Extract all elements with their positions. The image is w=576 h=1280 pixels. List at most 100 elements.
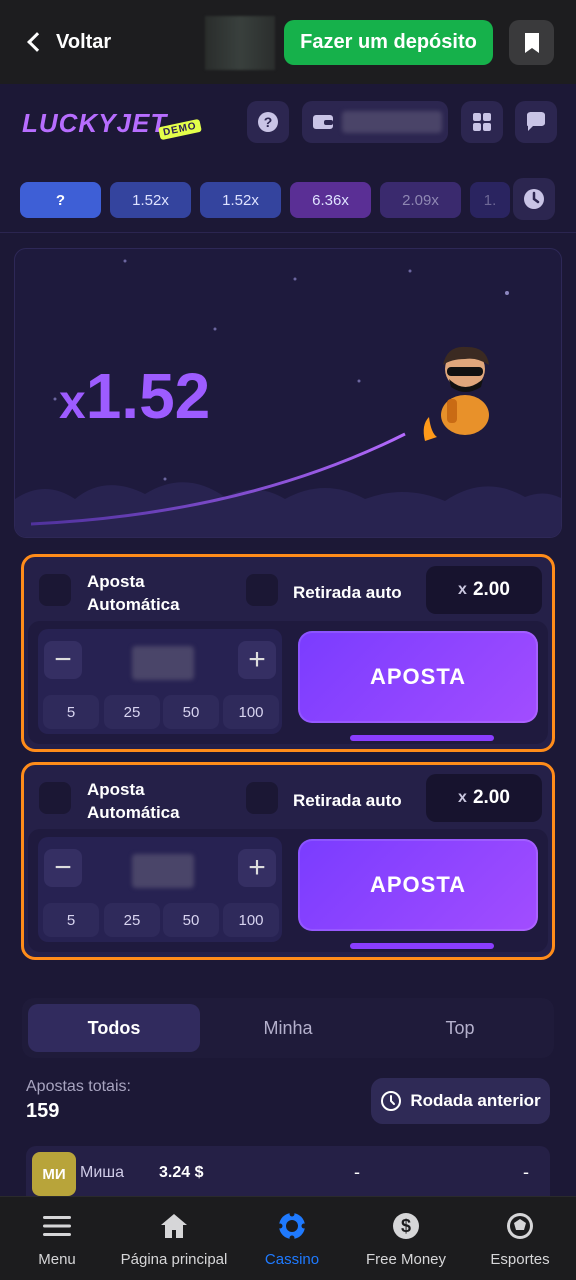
bet-amount: 3.24 $ bbox=[159, 1164, 204, 1181]
auto-cashout-label: Retirada auto bbox=[293, 791, 402, 810]
increase-amount-button[interactable]: + bbox=[238, 641, 276, 679]
game-area: LUCKYJETDEMO ? ? 1.52x 1.52x 6.36x 2.09x… bbox=[0, 84, 576, 1200]
bet-controls: − + 5 25 50 100 APOSTA bbox=[28, 829, 548, 952]
auto-bet-label-line1: Aposta bbox=[87, 572, 145, 591]
auto-cashout-coef-input[interactable]: x 2.00 bbox=[426, 774, 542, 822]
bet-coef: - bbox=[354, 1162, 360, 1182]
jet-character-icon bbox=[423, 346, 489, 441]
quick-amount-button[interactable]: 100 bbox=[223, 695, 279, 729]
bet-win: - bbox=[523, 1162, 529, 1182]
auto-bet-checkbox[interactable] bbox=[39, 574, 71, 606]
lucky-jet-logo: LUCKYJETDEMO bbox=[22, 108, 203, 141]
amount-controls: − + 5 25 50 100 bbox=[38, 837, 282, 942]
history-chip[interactable]: 1.52x bbox=[110, 182, 191, 218]
total-bets-value: 159 bbox=[26, 1100, 60, 1122]
nav-home[interactable]: Página principal bbox=[112, 1197, 236, 1280]
quick-amount-button[interactable]: 5 bbox=[43, 903, 99, 937]
balance-value-blurred bbox=[342, 111, 442, 133]
help-button[interactable]: ? bbox=[247, 101, 289, 143]
quick-amount-button[interactable]: 100 bbox=[223, 903, 279, 937]
previous-round-label: Rodada anterior bbox=[410, 1091, 541, 1110]
nav-menu[interactable]: Menu bbox=[22, 1197, 92, 1280]
question-icon: ? bbox=[258, 112, 278, 132]
bookmark-button[interactable] bbox=[509, 20, 554, 65]
divider bbox=[0, 232, 576, 233]
svg-text:$: $ bbox=[401, 1216, 411, 1236]
tab-todos[interactable]: Todos bbox=[28, 1004, 200, 1052]
nav-label: Cassino bbox=[264, 1250, 320, 1268]
multiplier-prefix: x bbox=[59, 376, 86, 429]
place-bet-button[interactable]: APOSTA bbox=[298, 839, 538, 931]
nav-label: Free Money bbox=[365, 1250, 447, 1268]
avatar: МИ bbox=[32, 1152, 76, 1196]
menu-grid-button[interactable] bbox=[461, 101, 503, 143]
casino-icon bbox=[277, 1211, 307, 1241]
chat-icon bbox=[527, 112, 545, 131]
history-clock-button[interactable] bbox=[513, 178, 555, 220]
nav-label: Página principal bbox=[120, 1250, 228, 1268]
decrease-amount-button[interactable]: − bbox=[44, 641, 82, 679]
dollar-icon: $ bbox=[391, 1211, 421, 1241]
auto-cashout-checkbox[interactable] bbox=[246, 574, 278, 606]
bets-tabs: Todos Minha Top bbox=[22, 998, 554, 1058]
history-chip[interactable]: ? bbox=[20, 182, 101, 218]
back-button[interactable]: Voltar bbox=[24, 22, 111, 62]
quick-amount-button[interactable]: 50 bbox=[163, 695, 219, 729]
table-row: МИ Миша 3.24 $ - - bbox=[26, 1146, 550, 1200]
nav-label: Esportes bbox=[490, 1250, 550, 1268]
auto-bet-label-line2: Automática bbox=[87, 803, 180, 822]
quick-amount-button[interactable]: 25 bbox=[104, 903, 160, 937]
blurred-avatar bbox=[205, 16, 275, 70]
decrease-amount-button[interactable]: − bbox=[44, 849, 82, 887]
grid-icon bbox=[473, 113, 491, 131]
coef-value: 2.00 bbox=[472, 579, 510, 600]
soccer-icon bbox=[505, 1211, 535, 1241]
nav-sports[interactable]: Esportes bbox=[480, 1197, 560, 1280]
auto-bet-label-line1: Aposta bbox=[87, 780, 145, 799]
history-chip[interactable]: 1.52x bbox=[200, 182, 281, 218]
auto-bet-label: Aposta Automática bbox=[87, 778, 180, 824]
clock-icon bbox=[381, 1091, 402, 1111]
logo-text: LUCKYJET bbox=[22, 108, 168, 138]
bet-amount-input[interactable] bbox=[132, 646, 194, 680]
bottom-nav: Menu Página principal Cassino $ Free Mon… bbox=[0, 1196, 576, 1280]
auto-cashout-coef-input[interactable]: x 2.00 bbox=[426, 566, 542, 614]
wallet-icon bbox=[313, 115, 333, 129]
player-name: Миша bbox=[80, 1164, 124, 1181]
nav-casino[interactable]: Cassino bbox=[252, 1197, 332, 1280]
coef-prefix: x bbox=[458, 789, 467, 806]
bet-panel-2: Aposta Automática Retirada auto x 2.00 − +… bbox=[21, 762, 555, 960]
amount-controls: − + 5 25 50 100 bbox=[38, 629, 282, 734]
previous-round-button[interactable]: Rodada anterior bbox=[371, 1078, 550, 1124]
multiplier-value: 1.52 bbox=[85, 360, 211, 432]
increase-amount-button[interactable]: + bbox=[238, 849, 276, 887]
tab-top[interactable]: Top bbox=[374, 1004, 546, 1052]
coef-prefix: x bbox=[458, 581, 467, 598]
game-canvas: x1.52 bbox=[14, 248, 562, 538]
bet-controls: − + 5 25 50 100 APOSTA bbox=[28, 621, 548, 744]
tab-minha[interactable]: Minha bbox=[202, 1004, 374, 1052]
quick-amount-button[interactable]: 5 bbox=[43, 695, 99, 729]
history-chip[interactable]: 1. bbox=[470, 182, 510, 218]
multiplier-display: x1.52 bbox=[59, 359, 210, 433]
auto-cashout-checkbox[interactable] bbox=[246, 782, 278, 814]
nav-free-money[interactable]: $ Free Money bbox=[356, 1197, 456, 1280]
auto-bet-checkbox[interactable] bbox=[39, 782, 71, 814]
home-icon bbox=[159, 1211, 189, 1241]
history-bar: ? 1.52x 1.52x 6.36x 2.09x 1. bbox=[20, 182, 510, 218]
bet-amount-input[interactable] bbox=[132, 854, 194, 888]
quick-amount-button[interactable]: 25 bbox=[104, 695, 160, 729]
svg-text:?: ? bbox=[264, 114, 273, 130]
history-chip[interactable]: 2.09x bbox=[380, 182, 461, 218]
bet-button-underline bbox=[350, 943, 494, 949]
chevron-left-icon bbox=[27, 32, 47, 52]
quick-amount-button[interactable]: 50 bbox=[163, 903, 219, 937]
chat-button[interactable] bbox=[515, 101, 557, 143]
deposit-button[interactable]: Fazer um depósito bbox=[284, 20, 493, 65]
auto-bet-label: Aposta Automática bbox=[87, 570, 180, 616]
history-chip[interactable]: 6.36x bbox=[290, 182, 371, 218]
nav-label: Menu bbox=[38, 1250, 76, 1268]
place-bet-button[interactable]: APOSTA bbox=[298, 631, 538, 723]
bet-panel-1: Aposta Automática Retirada auto x 2.00 − +… bbox=[21, 554, 555, 752]
balance-display[interactable] bbox=[302, 101, 448, 143]
